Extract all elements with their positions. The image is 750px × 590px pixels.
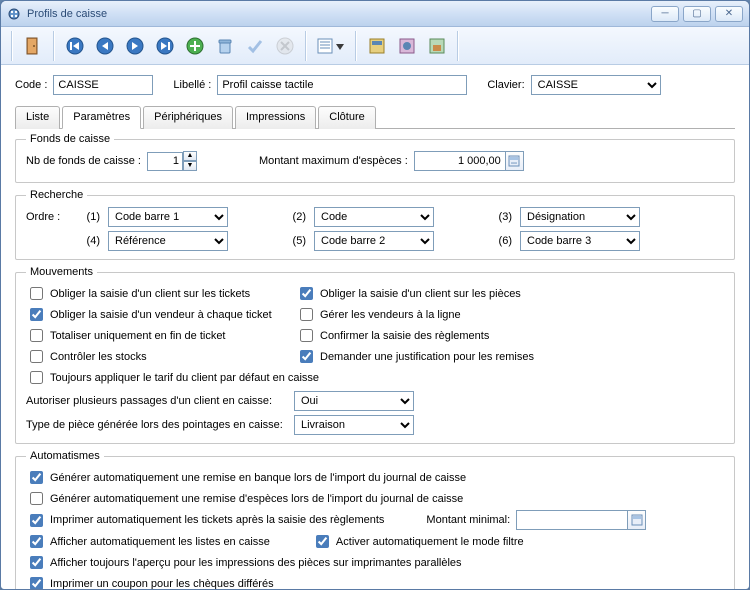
- chk-mode-filtre[interactable]: Activer automatiquement le mode filtre: [312, 532, 524, 551]
- ord-5: (5): [284, 235, 306, 247]
- libelle-label: Libellé :: [173, 79, 211, 91]
- montant-minimal-input[interactable]: [517, 511, 627, 529]
- chk-controler-stocks[interactable]: Contrôler les stocks: [26, 347, 286, 366]
- passages-label: Autoriser plusieurs passages d'un client…: [26, 395, 286, 407]
- recherche-legend: Recherche: [26, 189, 87, 201]
- tab-peripheriques[interactable]: Périphériques: [143, 106, 233, 129]
- type-piece-label: Type de pièce générée lors des pointages…: [26, 419, 286, 431]
- fonds-group: Fonds de caisse Nb de fonds de caisse : …: [15, 133, 735, 183]
- save-icon[interactable]: [241, 32, 269, 60]
- chk-justification-remises[interactable]: Demander une justification pour les remi…: [296, 347, 556, 366]
- chk-vendeur-ticket[interactable]: Obliger la saisie d'un vendeur à chaque …: [26, 305, 286, 324]
- titlebar: Profils de caisse ─ ▢ ✕: [1, 1, 749, 27]
- spin-up-icon[interactable]: ▲: [183, 151, 197, 161]
- close-button[interactable]: ✕: [715, 6, 743, 22]
- montant-minimal-label: Montant minimal:: [426, 514, 510, 526]
- chk-tarif-defaut[interactable]: Toujours appliquer le tarif du client pa…: [26, 368, 319, 387]
- chk-totaliser-fin[interactable]: Totaliser uniquement en fin de ticket: [26, 326, 286, 345]
- add-icon[interactable]: [181, 32, 209, 60]
- ordre-label: Ordre :: [26, 211, 70, 223]
- chk-client-pieces[interactable]: Obliger la saisie d'un client sur les pi…: [296, 284, 556, 303]
- tool2-icon[interactable]: [393, 32, 421, 60]
- code-label: Code :: [15, 79, 47, 91]
- automatismes-group: Automatismes Générer automatiquement une…: [15, 450, 735, 590]
- maximize-button[interactable]: ▢: [683, 6, 711, 22]
- tool1-icon[interactable]: [363, 32, 391, 60]
- nav-next-icon[interactable]: [121, 32, 149, 60]
- tab-bar: Liste Paramètres Périphériques Impressio…: [15, 105, 735, 129]
- nav-prev-icon[interactable]: [91, 32, 119, 60]
- trash-icon[interactable]: [211, 32, 239, 60]
- passages-select[interactable]: Oui: [294, 391, 414, 411]
- chk-afficher-listes[interactable]: Afficher automatiquement les listes en c…: [26, 532, 270, 551]
- chk-coupon-cheques[interactable]: Imprimer un coupon pour les chèques diff…: [26, 574, 274, 590]
- chk-imprimer-tickets[interactable]: Imprimer automatiquement les tickets apr…: [26, 511, 384, 530]
- tab-liste[interactable]: Liste: [15, 106, 60, 129]
- ordre-select-3[interactable]: Désignation: [520, 207, 640, 227]
- list-dropdown-icon[interactable]: [313, 32, 349, 60]
- ord-4: (4): [78, 235, 100, 247]
- chk-confirmer-reglements[interactable]: Confirmer la saisie des règlements: [296, 326, 556, 345]
- mouvements-legend: Mouvements: [26, 266, 97, 278]
- ord-6: (6): [490, 235, 512, 247]
- ordre-select-6[interactable]: Code barre 3: [520, 231, 640, 251]
- nb-fonds-input[interactable]: [147, 152, 183, 171]
- toolbar: [1, 27, 749, 65]
- ordre-select-2[interactable]: Code: [314, 207, 434, 227]
- ordre-select-1[interactable]: Code barre 1: [108, 207, 228, 227]
- chk-remise-especes[interactable]: Générer automatiquement une remise d'esp…: [26, 489, 463, 508]
- tab-parametres[interactable]: Paramètres: [62, 106, 141, 129]
- clavier-label: Clavier:: [487, 79, 524, 91]
- chk-apercu-paralleles[interactable]: Afficher toujours l'aperçu pour les impr…: [26, 553, 462, 572]
- fonds-legend: Fonds de caisse: [26, 133, 114, 145]
- libelle-input[interactable]: [217, 75, 467, 95]
- automatismes-legend: Automatismes: [26, 450, 104, 462]
- type-piece-select[interactable]: Livraison: [294, 415, 414, 435]
- max-especes-input[interactable]: [415, 152, 505, 170]
- app-icon: [7, 7, 21, 21]
- spin-down-icon[interactable]: ▼: [183, 161, 197, 171]
- tool3-icon[interactable]: [423, 32, 451, 60]
- cancel-icon[interactable]: [271, 32, 299, 60]
- nav-last-icon[interactable]: [151, 32, 179, 60]
- code-input[interactable]: [53, 75, 153, 95]
- nb-fonds-spinner[interactable]: ▲▼: [147, 151, 197, 171]
- window-title: Profils de caisse: [27, 8, 651, 20]
- montant-minimal-box[interactable]: [516, 510, 646, 530]
- ordre-select-4[interactable]: Référence: [108, 231, 228, 251]
- ord-2: (2): [284, 211, 306, 223]
- tab-impressions[interactable]: Impressions: [235, 106, 316, 129]
- clavier-select[interactable]: CAISSE: [531, 75, 661, 95]
- max-especes-label: Montant maximum d'espèces :: [259, 155, 408, 167]
- app-window: Profils de caisse ─ ▢ ✕ Code : Libell: [0, 0, 750, 590]
- mouvements-group: Mouvements Obliger la saisie d'un client…: [15, 266, 735, 444]
- ordre-select-5[interactable]: Code barre 2: [314, 231, 434, 251]
- calculator-icon[interactable]: [627, 511, 645, 529]
- ord-3: (3): [490, 211, 512, 223]
- window-buttons: ─ ▢ ✕: [651, 6, 743, 22]
- calculator-icon[interactable]: [505, 152, 523, 170]
- chk-client-tickets[interactable]: Obliger la saisie d'un client sur les ti…: [26, 284, 286, 303]
- max-especes-box[interactable]: [414, 151, 524, 171]
- door-exit-icon[interactable]: [19, 32, 47, 60]
- content-area: Code : Libellé : Clavier: CAISSE Liste P…: [1, 65, 749, 590]
- chk-remise-banque[interactable]: Générer automatiquement une remise en ba…: [26, 468, 466, 487]
- nav-first-icon[interactable]: [61, 32, 89, 60]
- tab-cloture[interactable]: Clôture: [318, 106, 375, 129]
- ord-1: (1): [78, 211, 100, 223]
- recherche-group: Recherche Ordre : (1) Code barre 1 (2) C…: [15, 189, 735, 260]
- minimize-button[interactable]: ─: [651, 6, 679, 22]
- nb-fonds-label: Nb de fonds de caisse :: [26, 155, 141, 167]
- chk-vendeurs-ligne[interactable]: Gérer les vendeurs à la ligne: [296, 305, 556, 324]
